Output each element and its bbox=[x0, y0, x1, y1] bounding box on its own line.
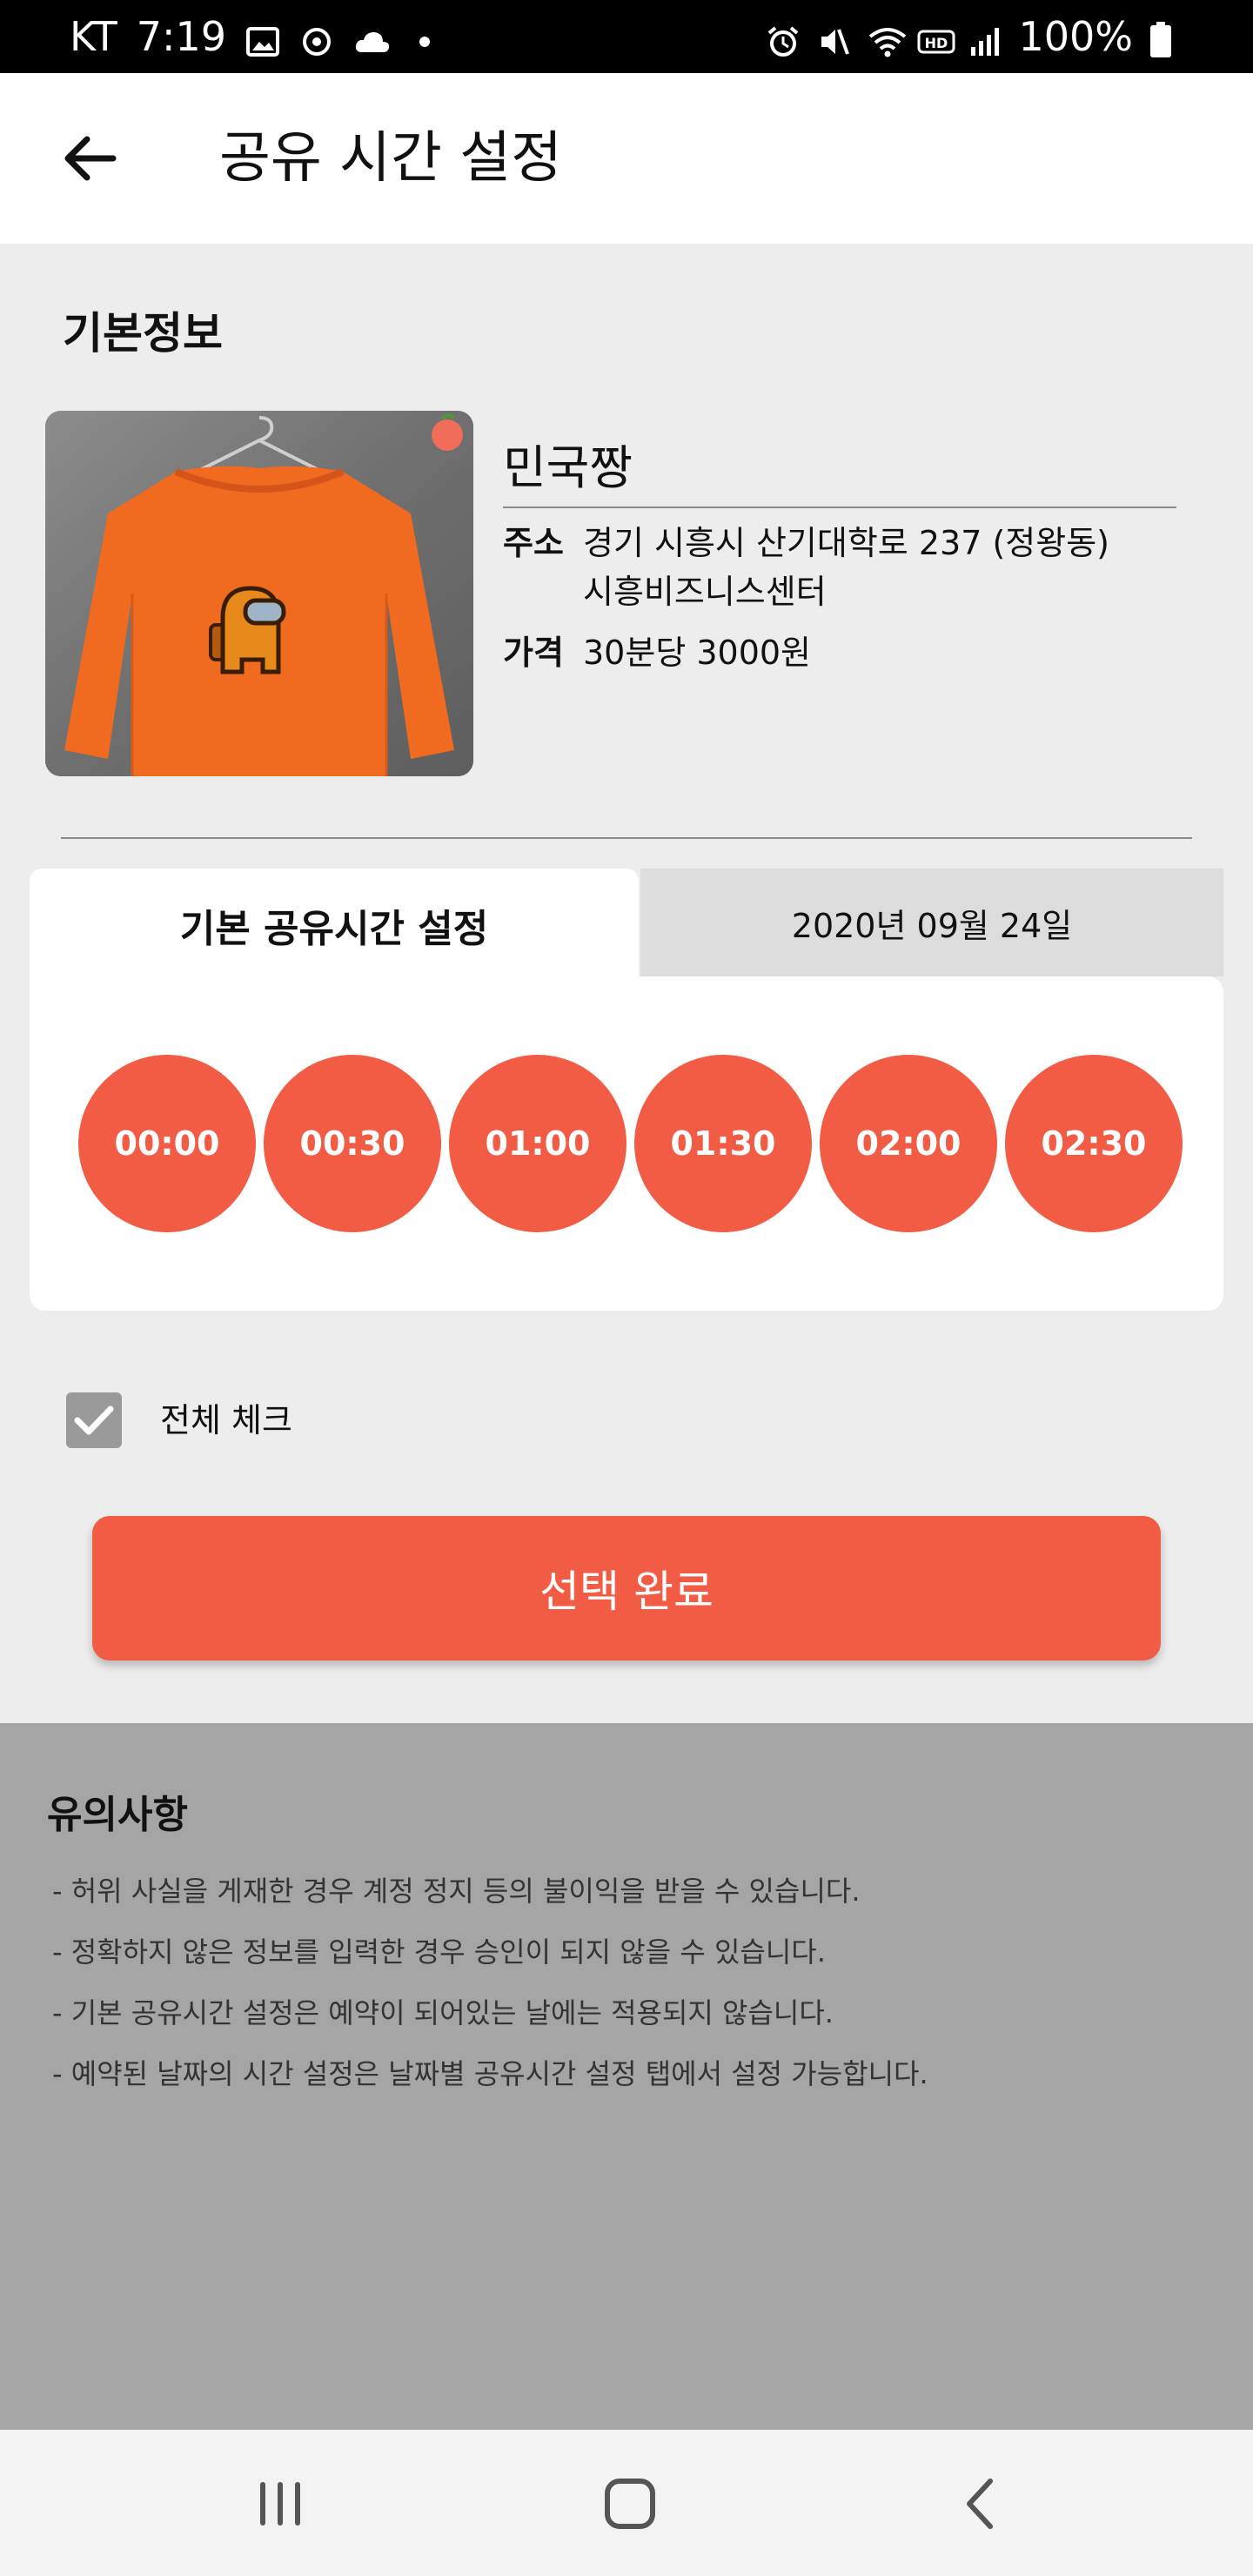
sync-icon bbox=[299, 19, 334, 56]
checkmark-icon bbox=[74, 1405, 114, 1435]
recents-icon bbox=[260, 2482, 300, 2526]
section-divider bbox=[61, 837, 1192, 839]
notice-item: - 예약된 날짜의 시간 설정은 날짜별 공유시간 설정 탭에서 설정 가능합니… bbox=[52, 2057, 928, 2090]
dot-icon bbox=[407, 19, 442, 54]
svg-text:HD: HD bbox=[925, 35, 948, 51]
signal-icon bbox=[968, 19, 1002, 56]
time-slot[interactable]: 02:30 bbox=[1005, 1055, 1183, 1232]
price-value: 30분당 3000원 bbox=[583, 634, 812, 672]
store-name: 민국짱 bbox=[503, 440, 633, 495]
time-slot[interactable]: 02:00 bbox=[820, 1055, 997, 1232]
status-bar-right: HD 100% bbox=[766, 10, 1183, 63]
home-icon bbox=[605, 2479, 655, 2529]
app-bar: 공유 시간 설정 bbox=[0, 73, 1253, 244]
status-bar: KT 7:19 HD 100% bbox=[0, 0, 1253, 73]
address-line-1: 경기 시흥시 산기대학로 237 (정왕동) bbox=[583, 524, 1109, 562]
home-button[interactable] bbox=[578, 2465, 682, 2543]
mute-icon bbox=[816, 19, 851, 55]
price-row: 가격 30분당 3000원 bbox=[503, 628, 1175, 677]
address-line-2: 시흥비즈니스센터 bbox=[583, 573, 827, 611]
nav-back-button[interactable] bbox=[928, 2465, 1032, 2543]
notice-item: - 정확하지 않은 정보를 입력한 경우 승인이 되지 않을 수 있습니다. bbox=[52, 1935, 826, 1969]
page-title: 공유 시간 설정 bbox=[219, 126, 562, 191]
submit-button[interactable]: 선택 완료 bbox=[92, 1516, 1161, 1660]
tab-default-share-time[interactable]: 기본 공유시간 설정 bbox=[30, 869, 639, 982]
notice-item: - 허위 사실을 게재한 경우 계정 정지 등의 불이익을 받을 수 있습니다. bbox=[52, 1875, 861, 1908]
time-slots-panel: 00:00 00:30 01:00 01:30 02:00 02:30 bbox=[30, 976, 1223, 1311]
item-photo bbox=[45, 411, 473, 776]
name-divider bbox=[503, 506, 1176, 508]
hd-icon: HD bbox=[917, 19, 955, 54]
notice-item: - 기본 공유시간 설정은 예약이 되어있는 날에는 적용되지 않습니다. bbox=[52, 1996, 834, 2029]
time-slots-track[interactable]: 00:00 00:30 01:00 01:30 02:00 02:30 bbox=[78, 1055, 1192, 1232]
address-label: 주소 bbox=[503, 524, 564, 562]
tab-date[interactable]: 2020년 09월 24일 bbox=[640, 869, 1223, 976]
wifi-icon bbox=[867, 19, 907, 57]
status-bar-left: KT 7:19 bbox=[70, 10, 442, 63]
battery-level: 100% bbox=[1018, 13, 1133, 60]
clock: 7:19 bbox=[136, 13, 227, 60]
basic-info-title: 기본정보 bbox=[63, 308, 223, 359]
back-icon bbox=[967, 2479, 993, 2529]
carrier-label: KT bbox=[70, 13, 117, 60]
price-label: 가격 bbox=[503, 634, 564, 672]
check-all-label: 전체 체크 bbox=[160, 1401, 292, 1439]
address-value: 경기 시흥시 산기대학로 237 (정왕동) 시흥비즈니스센터 bbox=[583, 519, 1175, 616]
arrow-left-icon bbox=[64, 136, 117, 181]
notice-title: 유의사항 bbox=[47, 1793, 188, 1837]
time-slot[interactable]: 01:30 bbox=[634, 1055, 812, 1232]
notice-section: 유의사항 - 허위 사실을 게재한 경우 계정 정지 등의 불이익을 받을 수 … bbox=[0, 1723, 1253, 2430]
system-nav-bar bbox=[0, 2430, 1253, 2576]
time-slot[interactable]: 00:00 bbox=[78, 1055, 256, 1232]
alarm-icon bbox=[766, 19, 801, 57]
address-row: 주소 경기 시흥시 산기대학로 237 (정왕동) 시흥비즈니스센터 bbox=[503, 519, 1175, 616]
battery-icon bbox=[1149, 19, 1183, 57]
time-slot[interactable]: 01:00 bbox=[449, 1055, 626, 1232]
check-all-checkbox[interactable] bbox=[66, 1392, 122, 1448]
recents-button[interactable] bbox=[228, 2465, 332, 2543]
cloud-icon bbox=[353, 19, 390, 54]
time-slot[interactable]: 00:30 bbox=[264, 1055, 441, 1232]
image-icon bbox=[245, 19, 280, 57]
back-button[interactable] bbox=[49, 118, 129, 198]
